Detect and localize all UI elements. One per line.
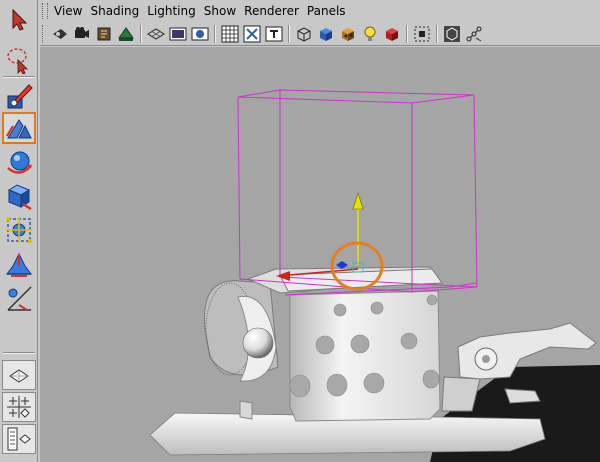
icon-bar-grip[interactable] [42,24,46,43]
scene-render [149,89,600,462]
select-camera-icon[interactable] [50,24,70,44]
paint-select-tool-icon[interactable] [2,80,36,112]
cylinder-body [289,290,441,422]
persp-outliner-layout-icon[interactable] [2,424,36,454]
lever-pivot-pin [482,355,490,363]
icon-bar-divider [406,24,408,43]
soft-modification-icon[interactable] [2,248,36,280]
wheel-hub-ball [242,327,274,359]
icon-bar-divider [288,24,290,43]
rotate-tool-icon[interactable] [2,146,36,178]
toolbox [0,0,38,462]
select-tool-icon[interactable] [2,4,36,36]
move-tool-icon[interactable] [2,112,36,144]
show-manipulator-icon[interactable] [2,282,36,314]
universal-manipulator-icon[interactable] [2,214,36,246]
shadows-icon[interactable] [382,24,402,44]
menu-shading[interactable]: Shading [86,0,143,22]
base-post [239,400,253,420]
resolution-gate-icon[interactable] [190,24,210,44]
single-perspective-layout-icon[interactable] [2,360,36,390]
safe-action-icon[interactable] [264,24,284,44]
perspective-viewport[interactable] [40,47,600,462]
scale-tool-icon[interactable] [2,180,36,212]
menu-show[interactable]: Show [200,0,240,22]
icon-bar-divider [140,24,142,43]
field-chart-icon[interactable] [242,24,262,44]
film-gate-icon[interactable] [168,24,188,44]
smooth-shade-icon[interactable] [316,24,336,44]
lasso-tool-icon[interactable] [2,44,36,76]
toolbox-divider [3,76,35,78]
wireframe-icon[interactable] [294,24,314,44]
grid-icon[interactable] [146,24,166,44]
panel-menu-bar: View Shading Lighting Show Renderer Pane… [40,0,600,22]
image-plane-icon[interactable] [116,24,136,44]
menu-renderer[interactable]: Renderer [240,0,303,22]
xray-joints-icon[interactable] [464,24,484,44]
menu-view[interactable]: View [50,0,86,22]
bookmark-icon[interactable] [94,24,114,44]
textured-icon[interactable] [338,24,358,44]
icon-bar-divider [436,24,438,43]
use-all-lights-icon[interactable] [360,24,380,44]
menu-panels[interactable]: Panels [303,0,350,22]
isolate-select-icon[interactable] [412,24,432,44]
icon-bar-divider [214,24,216,43]
four-view-layout-icon[interactable] [2,392,36,422]
lever-foot [504,388,541,404]
camera-attributes-icon[interactable] [72,24,92,44]
menu-bar-grip[interactable] [42,3,48,19]
panel-icon-bar [40,22,600,46]
menu-lighting[interactable]: Lighting [143,0,200,22]
xray-icon[interactable] [442,24,462,44]
toolbox-divider [3,352,35,354]
gate-mask-icon[interactable] [220,24,240,44]
